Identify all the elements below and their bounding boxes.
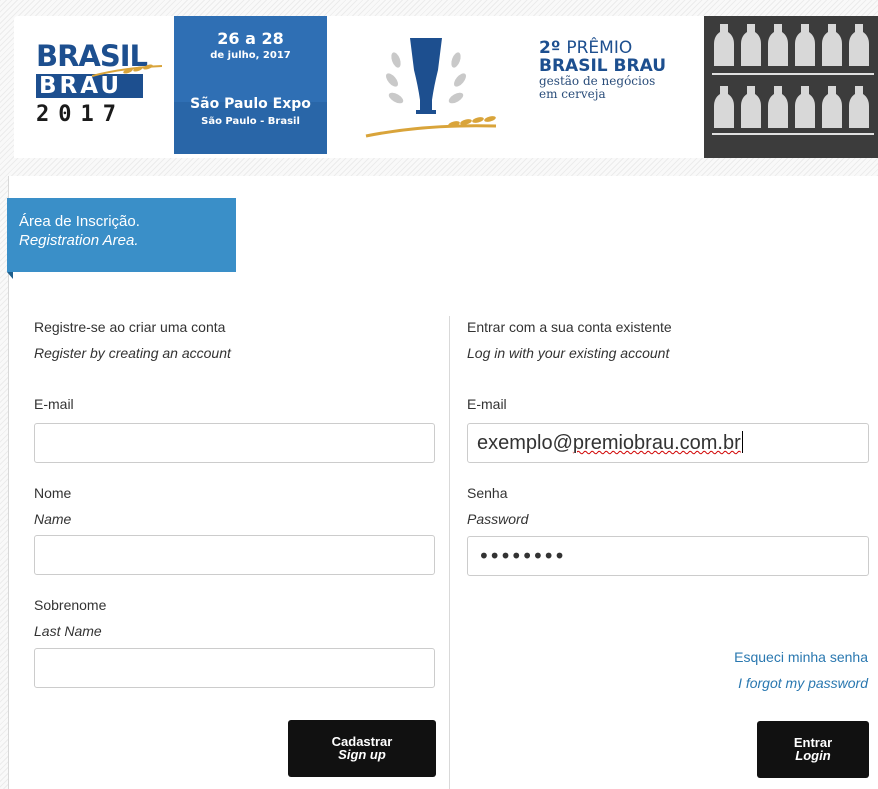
login-email-value: exemplo@premiobrau.com.br: [477, 430, 743, 456]
bottle-icon: [741, 24, 761, 66]
register-lastname-label-pt: Sobrenome: [34, 597, 107, 613]
bottle-icon: [714, 24, 734, 66]
bottle-icon: [822, 24, 842, 66]
login-label-en: Login: [795, 748, 831, 763]
password-field[interactable]: ••••••••: [467, 536, 869, 576]
brasil-brau-logo[interactable]: BRASIL BRAU 2017: [36, 38, 166, 138]
password-label-en: Password: [467, 511, 529, 527]
register-heading-en: Register by creating an account: [34, 345, 231, 361]
register-name-field[interactable]: [34, 535, 435, 575]
bottle-icon: [849, 86, 869, 128]
register-lastname-field[interactable]: [34, 648, 435, 688]
sign-up-label-en: Sign up: [338, 747, 386, 762]
award-line2: BRASIL BRAU: [539, 56, 667, 76]
bottle-icon: [849, 24, 869, 66]
login-email-spellcheck: premiobrau.com.br: [572, 432, 741, 454]
register-name-label-pt: Nome: [34, 485, 72, 501]
registration-panel: Área de Inscrição. Registration Area. Re…: [7, 176, 878, 789]
login-email-prefix: exemplo@: [477, 432, 573, 454]
register-lastname-label-en: Last Name: [34, 623, 102, 639]
register-email-label: E-mail: [34, 396, 74, 412]
bottle-icon: [795, 86, 815, 128]
logo-line3: 2017: [36, 102, 125, 127]
password-label-pt: Senha: [467, 485, 508, 501]
bottle-icon: [768, 86, 788, 128]
event-info-box: 26 a 28 de julho, 2017 São Paulo Expo Sã…: [174, 16, 327, 154]
register-heading-pt: Registre-se ao criar uma conta: [34, 319, 226, 335]
bottle-icon: [714, 86, 734, 128]
bottle-icon: [768, 24, 788, 66]
register-name-label-en: Name: [34, 511, 72, 527]
text-caret: [741, 431, 743, 453]
wheat-icon: [92, 64, 162, 77]
bottles-icon: [712, 24, 874, 135]
register-column: Registre-se ao criar uma conta Register …: [9, 176, 449, 789]
event-dates: 26 a 28: [217, 29, 284, 48]
login-button[interactable]: Entrar Login: [757, 721, 869, 778]
award-edition: 2º: [539, 38, 561, 58]
award-line4: em cerveja: [539, 87, 606, 101]
forgot-password-link-pt[interactable]: Esqueci minha senha: [734, 648, 868, 666]
password-mask: ••••••••: [478, 544, 565, 568]
bottle-icon: [795, 24, 815, 66]
beer-glass-trophy-icon: [365, 38, 497, 138]
login-email-field[interactable]: exemplo@premiobrau.com.br: [467, 423, 869, 463]
event-city: São Paulo - Brasil: [201, 116, 300, 127]
login-heading-pt: Entrar com a sua conta existente: [467, 319, 672, 335]
register-email-field[interactable]: [34, 423, 435, 463]
award-line1: PRÊMIO: [566, 38, 633, 58]
login-column: Entrar com a sua conta existente Log in …: [449, 316, 878, 789]
beer-bottles-image: [704, 16, 878, 158]
login-email-label: E-mail: [467, 396, 507, 412]
sign-up-button[interactable]: Cadastrar Sign up: [288, 720, 436, 777]
login-heading-en: Log in with your existing account: [467, 345, 670, 361]
forgot-password-link-en[interactable]: I forgot my password: [738, 674, 868, 692]
award-title: 2º PRÊMIO BRASIL BRAU gestão de negócios…: [539, 40, 719, 101]
event-banner: BRASIL BRAU 2017 26 a 28 de julho, 2017 …: [14, 16, 878, 158]
event-month: de julho, 2017: [210, 50, 291, 61]
bottle-icon: [741, 86, 761, 128]
event-venue: São Paulo Expo: [190, 96, 311, 112]
bottle-icon: [822, 86, 842, 128]
